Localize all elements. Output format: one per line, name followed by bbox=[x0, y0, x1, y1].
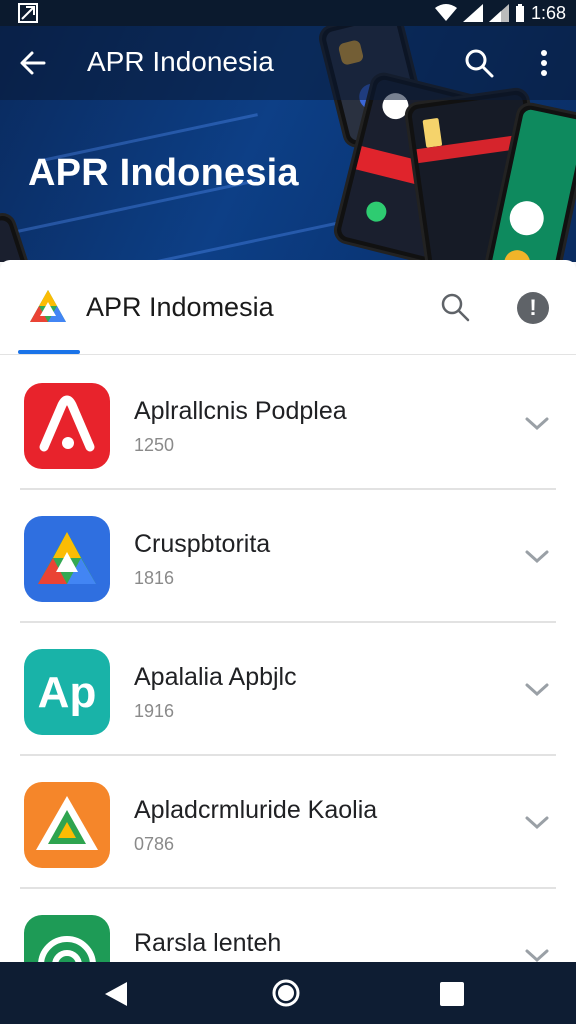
app-count: 1816 bbox=[134, 568, 175, 588]
status-time: 1:68 bbox=[530, 2, 566, 23]
card-title: APR Indomesia bbox=[86, 292, 274, 322]
system-nav-bar bbox=[0, 962, 576, 1024]
list-item[interactable]: Apladcrmluride Kaolia 0786 bbox=[0, 756, 576, 889]
app-count: 1250 bbox=[134, 435, 175, 455]
chevron-down-icon[interactable] bbox=[524, 548, 550, 566]
app-name: Apladcrmluride Kaolia bbox=[134, 796, 378, 824]
wifi-icon bbox=[434, 4, 457, 21]
list-item[interactable]: Aplrallcnis Podplea 1250 bbox=[0, 357, 576, 490]
nav-back-icon[interactable] bbox=[103, 980, 129, 1008]
hero-title: APR Indonesia bbox=[28, 152, 299, 194]
app-bar-title: APR Indonesia bbox=[87, 46, 274, 77]
list-item[interactable]: Cruspbtorita 1816 bbox=[0, 490, 576, 623]
search-icon[interactable] bbox=[464, 48, 494, 78]
card-header: APR Indomesia ! bbox=[0, 260, 576, 355]
chevron-down-icon[interactable] bbox=[524, 681, 550, 699]
app-name: Cruspbtorita bbox=[134, 530, 271, 558]
status-bar: 1:68 bbox=[0, 0, 576, 26]
search-icon[interactable] bbox=[440, 292, 470, 322]
chevron-down-icon[interactable] bbox=[524, 415, 550, 433]
app-name: Rarsla lenteh bbox=[134, 929, 282, 957]
signal-icon bbox=[462, 4, 483, 22]
ap-teal-icon: Ap bbox=[24, 649, 110, 735]
drive-triangle-icon bbox=[24, 516, 110, 602]
info-icon[interactable]: ! bbox=[517, 292, 549, 324]
app-count: 1916 bbox=[134, 701, 175, 721]
nav-recent-icon[interactable] bbox=[440, 982, 464, 1006]
notification-icon bbox=[18, 3, 38, 23]
tab-indicator bbox=[18, 350, 80, 354]
app-bar: APR Indonesia bbox=[0, 26, 576, 100]
app-name: Aplrallcnis Podplea bbox=[134, 397, 347, 425]
battery-icon bbox=[515, 4, 524, 22]
svg-text:Ap: Ap bbox=[38, 668, 97, 717]
app-logo-icon bbox=[30, 290, 66, 322]
back-arrow-icon[interactable] bbox=[18, 48, 48, 78]
orange-triangle-icon bbox=[24, 782, 110, 868]
phone-illustration bbox=[0, 209, 38, 262]
more-vert-icon[interactable] bbox=[532, 48, 556, 78]
hero-banner: APR Indonesia APR Indonesia bbox=[0, 26, 576, 262]
signal-icon bbox=[488, 4, 509, 22]
nav-home-icon[interactable] bbox=[271, 978, 301, 1008]
list-item[interactable]: Ap Apalalia Apbjlc 1916 bbox=[0, 623, 576, 756]
app-count: 0786 bbox=[134, 834, 175, 854]
chevron-down-icon[interactable] bbox=[524, 814, 550, 832]
red-app-icon bbox=[24, 383, 110, 469]
app-name: Apalalia Apbjlc bbox=[134, 663, 297, 691]
